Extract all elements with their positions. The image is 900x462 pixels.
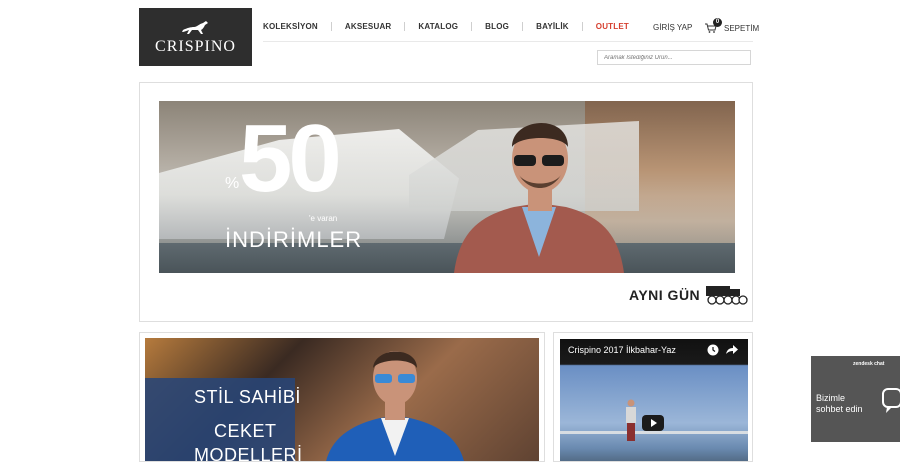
video-card: Crispino 2017 İlkbahar-Yaz	[553, 332, 753, 462]
brand-name: CRISPINO	[155, 38, 236, 55]
login-link[interactable]: GİRİŞ YAP	[653, 23, 692, 32]
play-button[interactable]	[642, 415, 664, 431]
promo-percent: %	[225, 175, 240, 192]
nav-item-koleksiyon[interactable]: KOLEKSİYON	[263, 22, 318, 31]
nav-item-katalog[interactable]: KATALOG	[418, 22, 458, 31]
search-input[interactable]	[597, 50, 751, 65]
promo-number: 50	[239, 105, 342, 212]
model-image	[326, 351, 464, 461]
chat-line2: sohbet edin	[816, 404, 863, 414]
chat-bubble-icon	[882, 388, 900, 413]
cart-count-badge: 0	[713, 18, 722, 27]
header-divider	[263, 41, 753, 42]
promo2-line1: STİL SAHİBİ	[194, 387, 301, 407]
model-image	[626, 399, 636, 441]
model-image	[454, 122, 624, 273]
chat-line1: Bizimle	[816, 393, 846, 403]
nav-divider	[404, 22, 406, 31]
railing-image	[560, 431, 748, 434]
same-day-shipping: AYNI GÜN	[629, 284, 748, 306]
watch-later-icon[interactable]	[707, 344, 719, 356]
cart-link[interactable]: 0 SEPETİM	[705, 18, 760, 33]
nav-item-blog[interactable]: BLOG	[485, 22, 509, 31]
cart-icon: 0	[705, 18, 722, 33]
promo2-line2: CEKET	[214, 421, 277, 441]
nav-divider	[330, 22, 332, 31]
chat-widget[interactable]: zendesk chat Bizimle sohbet edin	[811, 356, 900, 442]
chat-brand: zendesk chat	[853, 361, 885, 367]
jacket-promo-banner[interactable]: STİL SAHİBİ CEKET MODELLERİ	[145, 338, 539, 462]
nav-item-bayilik[interactable]: BAYİLİK	[536, 22, 569, 31]
share-icon[interactable]	[726, 345, 738, 355]
promo2-line3: MODELLERİ	[194, 445, 303, 462]
main-nav: KOLEKSİYON AKSESUAR KATALOG BLOG BAYİLİK…	[263, 22, 629, 31]
nav-divider	[471, 22, 473, 31]
nav-item-outlet[interactable]: OUTLET	[596, 22, 629, 31]
hero-banner[interactable]: % 50 'e varan İNDİRİMLER	[159, 101, 735, 273]
nav-item-aksesuar[interactable]: AKSESUAR	[345, 22, 392, 31]
jacket-promo-card: STİL SAHİBİ CEKET MODELLERİ	[139, 332, 545, 462]
promo-suffix: 'e varan	[309, 214, 338, 223]
truck-icon	[706, 286, 748, 305]
nav-divider	[522, 22, 524, 31]
horse-icon	[181, 21, 208, 34]
promo-headline: İNDİRİMLER	[225, 227, 363, 252]
same-day-label: AYNI GÜN	[629, 287, 701, 303]
cart-label: SEPETİM	[724, 23, 760, 33]
brand-logo[interactable]: CRISPINO	[139, 8, 252, 66]
video-player[interactable]: Crispino 2017 İlkbahar-Yaz	[560, 339, 748, 461]
hero-card: % 50 'e varan İNDİRİMLER AYNI GÜN	[139, 82, 753, 322]
video-title[interactable]: Crispino 2017 İlkbahar-Yaz	[568, 345, 676, 355]
nav-divider	[581, 22, 583, 31]
